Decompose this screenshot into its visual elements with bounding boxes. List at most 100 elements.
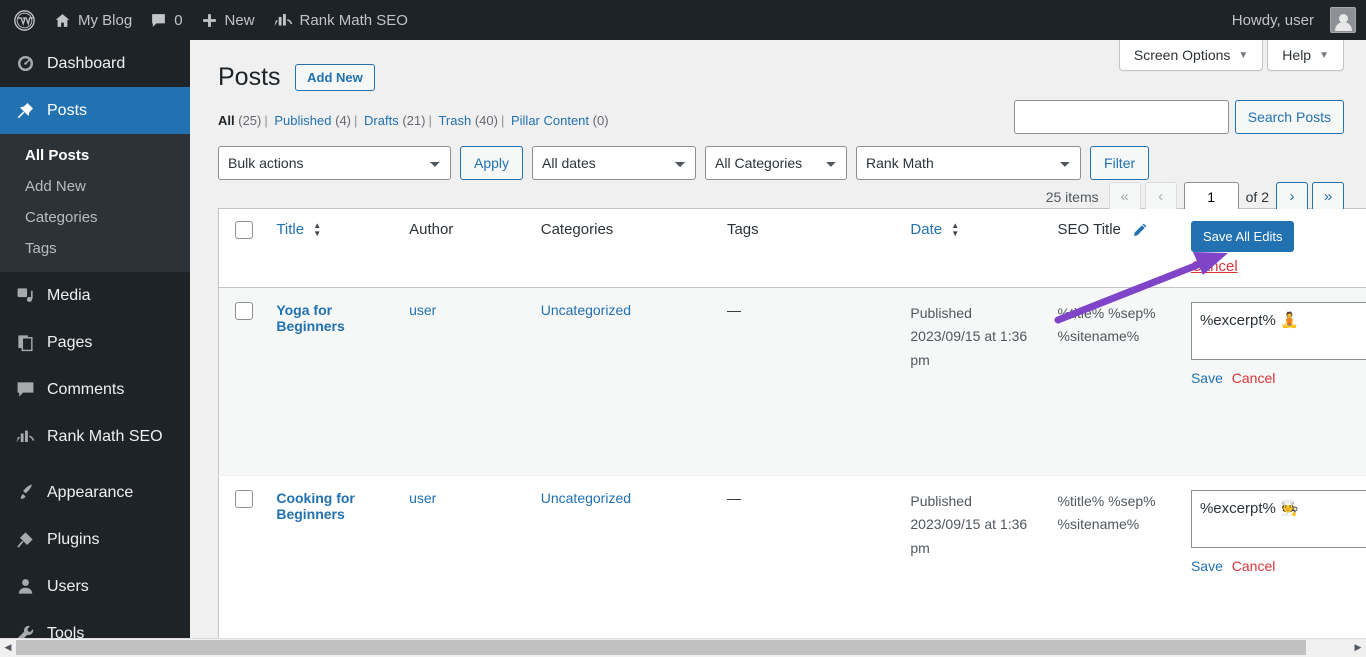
table-nav-top: Bulk actions Apply All dates All Categor…: [218, 146, 1344, 206]
submenu-item-tags[interactable]: Tags: [0, 233, 190, 264]
seo-row-actions: Save Cancel: [1191, 558, 1366, 574]
post-author-link[interactable]: user: [409, 302, 436, 318]
horizontal-scrollbar[interactable]: ◀ ▶: [0, 638, 1366, 655]
submenu-item-add-new[interactable]: Add New: [0, 171, 190, 202]
date-filter-select[interactable]: All dates: [532, 146, 696, 180]
sidebar-label-comments: Comments: [47, 381, 124, 399]
column-header-seo-title: SEO Title: [1048, 208, 1181, 287]
sidebar-label-pages: Pages: [47, 334, 92, 352]
sidebar-item-rank-math-seo[interactable]: Rank Math SEO: [0, 413, 190, 460]
sidebar-item-appearance[interactable]: Appearance: [0, 469, 190, 516]
sort-title-link[interactable]: Title: [276, 221, 304, 238]
status-count-published: (4): [335, 113, 351, 128]
paging-input: of 2: [1184, 182, 1269, 212]
sidebar-label-rank-math-seo: Rank Math SEO: [47, 428, 163, 446]
sidebar-label-appearance: Appearance: [47, 484, 133, 502]
comments-menu[interactable]: 0: [141, 0, 191, 40]
scrollbar-thumb[interactable]: [16, 640, 1306, 655]
plugin-icon: [15, 530, 35, 549]
filter-button[interactable]: Filter: [1090, 146, 1149, 180]
users-icon: [15, 577, 35, 596]
cancel-all-edits-link[interactable]: Cancel: [1191, 258, 1366, 275]
site-name-menu[interactable]: My Blog: [45, 0, 141, 40]
row-categories-cell: Uncategorized: [531, 475, 717, 643]
post-title-link[interactable]: Yoga for Beginners: [276, 302, 344, 334]
status-filter-pillar: Pillar Content (0): [511, 113, 609, 128]
post-status: Published: [910, 302, 1037, 326]
scroll-left-arrow-icon[interactable]: ◀: [0, 642, 16, 653]
sort-arrows-icon: ▲▼: [951, 222, 959, 237]
rank-math-filter-select[interactable]: Rank Math: [856, 146, 1081, 180]
category-filter-select[interactable]: All Categories: [705, 146, 847, 180]
post-category-link[interactable]: Uncategorized: [541, 490, 631, 506]
status-link-published[interactable]: Published: [274, 113, 331, 128]
seo-description-textarea[interactable]: [1191, 490, 1366, 548]
status-link-pillar-content[interactable]: Pillar Content: [511, 113, 589, 128]
bulk-actions-select[interactable]: Bulk actions: [218, 146, 451, 180]
add-new-button[interactable]: Add New: [295, 64, 375, 91]
select-all-checkbox[interactable]: [235, 221, 253, 239]
sidebar-item-dashboard[interactable]: Dashboard: [0, 40, 190, 87]
sidebar-label-posts: Posts: [47, 102, 87, 120]
sidebar-item-comments[interactable]: Comments: [0, 366, 190, 413]
apply-button[interactable]: Apply: [460, 146, 523, 180]
sidebar-item-posts[interactable]: Posts: [0, 87, 190, 134]
separator: |: [351, 113, 360, 128]
avatar-icon: [1330, 7, 1356, 33]
rank-math-icon: [273, 12, 293, 29]
sidebar-item-plugins[interactable]: Plugins: [0, 516, 190, 563]
search-box: Search Posts: [1014, 100, 1344, 134]
sidebar-item-pages[interactable]: Pages: [0, 319, 190, 366]
submenu-item-all-posts[interactable]: All Posts: [0, 140, 190, 171]
search-posts-button[interactable]: Search Posts: [1235, 100, 1344, 134]
scrollbar-track[interactable]: [16, 640, 1350, 655]
status-link-drafts[interactable]: Drafts: [364, 113, 399, 128]
site-name-label: My Blog: [78, 12, 132, 29]
pencil-edit-icon[interactable]: [1132, 222, 1148, 238]
current-page-input[interactable]: [1184, 182, 1239, 212]
save-all-edits-button[interactable]: Save All Edits: [1191, 221, 1295, 252]
sidebar-item-users[interactable]: Users: [0, 563, 190, 610]
comments-icon: [15, 380, 35, 399]
row-select-checkbox[interactable]: [235, 302, 253, 320]
menu-separator: [0, 460, 190, 469]
rank-math-menu[interactable]: Rank Math SEO: [264, 0, 417, 40]
save-row-link[interactable]: Save: [1191, 558, 1223, 574]
post-title-link[interactable]: Cooking for Beginners: [276, 490, 355, 522]
sort-arrows-icon: ▲▼: [313, 222, 321, 237]
scroll-right-arrow-icon[interactable]: ▶: [1350, 642, 1366, 653]
row-author-cell: user: [399, 475, 531, 643]
status-filter-drafts: Drafts (21)|: [364, 113, 435, 128]
row-select-checkbox[interactable]: [235, 490, 253, 508]
posts-table-head: Title ▲▼ Author Categories Tags Date ▲▼ …: [219, 208, 1366, 287]
status-filter-trash: Trash (40)|: [438, 113, 507, 128]
row-seo-description-cell: Save Cancel: [1181, 287, 1366, 475]
wordpress-logo-icon: [14, 10, 35, 31]
submenu-item-categories[interactable]: Categories: [0, 202, 190, 233]
column-header-date[interactable]: Date ▲▼: [900, 208, 1047, 287]
status-link-all[interactable]: All: [218, 113, 235, 128]
sidebar-label-dashboard: Dashboard: [47, 55, 125, 73]
cancel-row-link[interactable]: Cancel: [1232, 370, 1276, 386]
column-header-title[interactable]: Title ▲▼: [266, 208, 399, 287]
my-account-menu[interactable]: Howdy, user: [1223, 0, 1356, 40]
sort-date-link[interactable]: Date: [910, 221, 942, 238]
new-content-menu[interactable]: New: [192, 0, 264, 40]
column-header-bulk-edit-actions: Save All Edits Cancel: [1181, 208, 1366, 287]
next-page-button[interactable]: ›: [1276, 182, 1308, 212]
seo-description-textarea[interactable]: [1191, 302, 1366, 360]
status-link-trash[interactable]: Trash: [438, 113, 471, 128]
wordpress-logo-button[interactable]: [0, 0, 45, 40]
table-row: Yoga for Beginners user Uncategorized — …: [219, 287, 1366, 475]
sidebar-item-media[interactable]: Media: [0, 272, 190, 319]
seo-description-editor: Save Cancel: [1191, 490, 1366, 574]
post-category-link[interactable]: Uncategorized: [541, 302, 631, 318]
cancel-row-link[interactable]: Cancel: [1232, 558, 1276, 574]
post-author-link[interactable]: user: [409, 490, 436, 506]
last-page-button[interactable]: »: [1312, 182, 1344, 212]
save-row-link[interactable]: Save: [1191, 370, 1223, 386]
separator: |: [425, 113, 434, 128]
search-input[interactable]: [1014, 100, 1229, 134]
status-count-pillar-content: (0): [593, 113, 609, 128]
status-filter-all: All (25)|: [218, 113, 271, 128]
